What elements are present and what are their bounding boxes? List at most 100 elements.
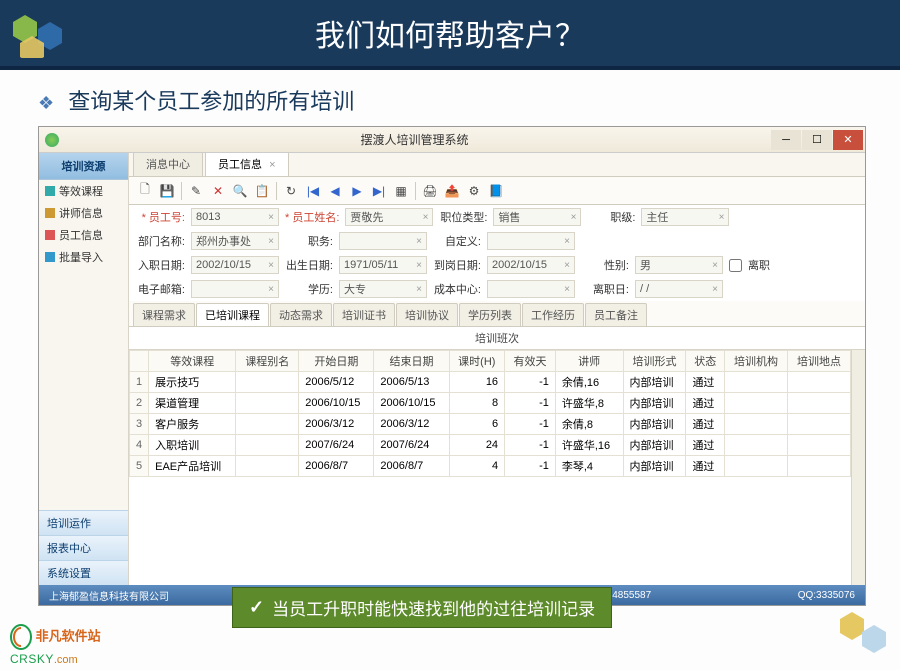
sub-tab[interactable]: 课程需求 <box>133 303 195 326</box>
clear-icon[interactable]: × <box>268 260 274 271</box>
new-icon[interactable]: 🗋 <box>135 181 155 201</box>
field-input[interactable]: 贾敬先× <box>345 208 433 226</box>
sub-tab[interactable]: 工作经历 <box>522 303 584 326</box>
column-header[interactable]: 有效天 <box>505 351 556 372</box>
field-input[interactable]: 男× <box>635 256 723 274</box>
field-input[interactable]: 1971/05/11× <box>339 256 427 274</box>
cell <box>725 456 788 477</box>
sidebar-section[interactable]: 培训运作 <box>39 510 128 535</box>
column-header[interactable]: 培训机构 <box>725 351 788 372</box>
clear-icon[interactable]: × <box>571 212 577 223</box>
save-icon[interactable]: 💾 <box>157 181 177 201</box>
print-icon[interactable]: 🖨 <box>420 181 440 201</box>
column-header[interactable]: 讲师 <box>555 351 623 372</box>
column-header[interactable]: 课程别名 <box>236 351 299 372</box>
toolbar: 🗋 💾 ✎ ✕ 🔍 📋 ↻ |◀ ◀ ▶ ▶| ▦ 🖨 📤 ⚙ 📘 <box>129 177 865 205</box>
next-icon[interactable]: ▶ <box>347 181 367 201</box>
sub-tab[interactable]: 培训证书 <box>333 303 395 326</box>
first-icon[interactable]: |◀ <box>303 181 323 201</box>
settings-icon[interactable]: ⚙ <box>464 181 484 201</box>
sub-tab[interactable]: 已培训课程 <box>196 303 269 326</box>
table-row[interactable]: 2渠道管理2006/10/152006/10/158-1许盛华,8内部培训通过 <box>130 393 851 414</box>
tab[interactable]: 消息中心 <box>133 153 203 176</box>
callout-banner: ✓ 当员工升职时能快速找到他的过往培训记录 <box>232 587 612 628</box>
hex-decoration-br <box>834 609 894 664</box>
column-header[interactable]: 等效课程 <box>149 351 236 372</box>
clear-icon[interactable]: × <box>564 236 570 247</box>
clear-icon[interactable]: × <box>712 284 718 295</box>
column-header[interactable]: 培训地点 <box>788 351 851 372</box>
field-input[interactable]: / /× <box>635 280 723 298</box>
field-input[interactable]: × <box>487 280 575 298</box>
delete-icon[interactable]: ✕ <box>208 181 228 201</box>
field-input[interactable]: 2002/10/15× <box>487 256 575 274</box>
training-grid[interactable]: 等效课程课程别名开始日期结束日期课时(H)有效天讲师培训形式状态培训机构培训地点… <box>129 350 865 585</box>
field-label: 学历: <box>285 281 333 297</box>
clear-icon[interactable]: × <box>564 284 570 295</box>
field-input[interactable]: × <box>191 280 279 298</box>
edit-icon[interactable]: ✎ <box>186 181 206 201</box>
last-icon[interactable]: ▶| <box>369 181 389 201</box>
cell <box>236 372 299 393</box>
prev-icon[interactable]: ◀ <box>325 181 345 201</box>
clear-icon[interactable]: × <box>268 212 274 223</box>
sub-tab[interactable]: 动态需求 <box>270 303 332 326</box>
field-label: 性别: <box>581 257 629 273</box>
export-icon[interactable]: 📤 <box>442 181 462 201</box>
field-input[interactable]: 郑州办事处× <box>191 232 279 250</box>
sidebar-section[interactable]: 报表中心 <box>39 535 128 560</box>
sidebar-item[interactable]: 讲师信息 <box>39 202 128 224</box>
vertical-scrollbar[interactable] <box>851 350 865 585</box>
field-input[interactable]: × <box>339 232 427 250</box>
clear-icon[interactable]: × <box>564 260 570 271</box>
sub-tab[interactable]: 培训协议 <box>396 303 458 326</box>
maximize-button[interactable]: ☐ <box>802 130 832 150</box>
field-input[interactable]: 销售× <box>493 208 581 226</box>
sidebar-section-training[interactable]: 培训资源 <box>39 153 128 180</box>
field-input[interactable]: 2002/10/15× <box>191 256 279 274</box>
tab[interactable]: 员工信息 × <box>205 153 289 176</box>
column-header[interactable]: 开始日期 <box>299 351 374 372</box>
field-input[interactable]: 8013× <box>191 208 279 226</box>
refresh-icon[interactable]: ↻ <box>281 181 301 201</box>
column-header[interactable]: 结束日期 <box>374 351 449 372</box>
cell: 4 <box>449 456 505 477</box>
field-input[interactable]: 大专× <box>339 280 427 298</box>
clear-icon[interactable]: × <box>423 212 429 223</box>
find-icon[interactable]: 🔍 <box>230 181 250 201</box>
cell: 24 <box>449 435 505 456</box>
slide-header: 我们如何帮助客户？ <box>0 0 900 70</box>
sidebar-section[interactable]: 系统设置 <box>39 560 128 585</box>
clear-icon[interactable]: × <box>268 236 274 247</box>
column-header[interactable]: 培训形式 <box>623 351 686 372</box>
clear-icon[interactable]: × <box>268 284 274 295</box>
table-row[interactable]: 3客户服务2006/3/122006/3/126-1余倩,8内部培训通过 <box>130 414 851 435</box>
clear-icon[interactable]: × <box>712 260 718 271</box>
window-title: 摆渡人培训管理系统 <box>59 131 770 148</box>
sidebar-item[interactable]: 批量导入 <box>39 246 128 268</box>
clear-icon[interactable]: × <box>719 212 725 223</box>
field-input[interactable]: 主任× <box>641 208 729 226</box>
copy-icon[interactable]: 📋 <box>252 181 272 201</box>
close-button[interactable]: ✕ <box>833 130 863 150</box>
clear-icon[interactable]: × <box>416 284 422 295</box>
table-row[interactable]: 1展示技巧2006/5/122006/5/1316-1余倩,16内部培训通过 <box>130 372 851 393</box>
tab-close-icon[interactable]: × <box>269 159 275 171</box>
sub-tab[interactable]: 学历列表 <box>459 303 521 326</box>
table-row[interactable]: 5EAE产品培训2006/8/72006/8/74-1李琴,4内部培训通过 <box>130 456 851 477</box>
clear-icon[interactable]: × <box>416 260 422 271</box>
field-input[interactable]: × <box>487 232 575 250</box>
field-label: 职位类型: <box>439 209 487 225</box>
clear-icon[interactable]: × <box>416 236 422 247</box>
sidebar-item[interactable]: 员工信息 <box>39 224 128 246</box>
table-row[interactable]: 4入职培训2007/6/242007/6/2424-1许盛华,16内部培训通过 <box>130 435 851 456</box>
grid-icon[interactable]: ▦ <box>391 181 411 201</box>
sidebar-item[interactable]: 等效课程 <box>39 180 128 202</box>
sub-tab[interactable]: 员工备注 <box>585 303 647 326</box>
book-icon[interactable]: 📘 <box>486 181 506 201</box>
leave-checkbox[interactable] <box>729 259 742 272</box>
field-label: 自定义: <box>433 233 481 249</box>
column-header[interactable]: 课时(H) <box>449 351 505 372</box>
column-header[interactable]: 状态 <box>686 351 725 372</box>
minimize-button[interactable]: ─ <box>771 130 801 150</box>
